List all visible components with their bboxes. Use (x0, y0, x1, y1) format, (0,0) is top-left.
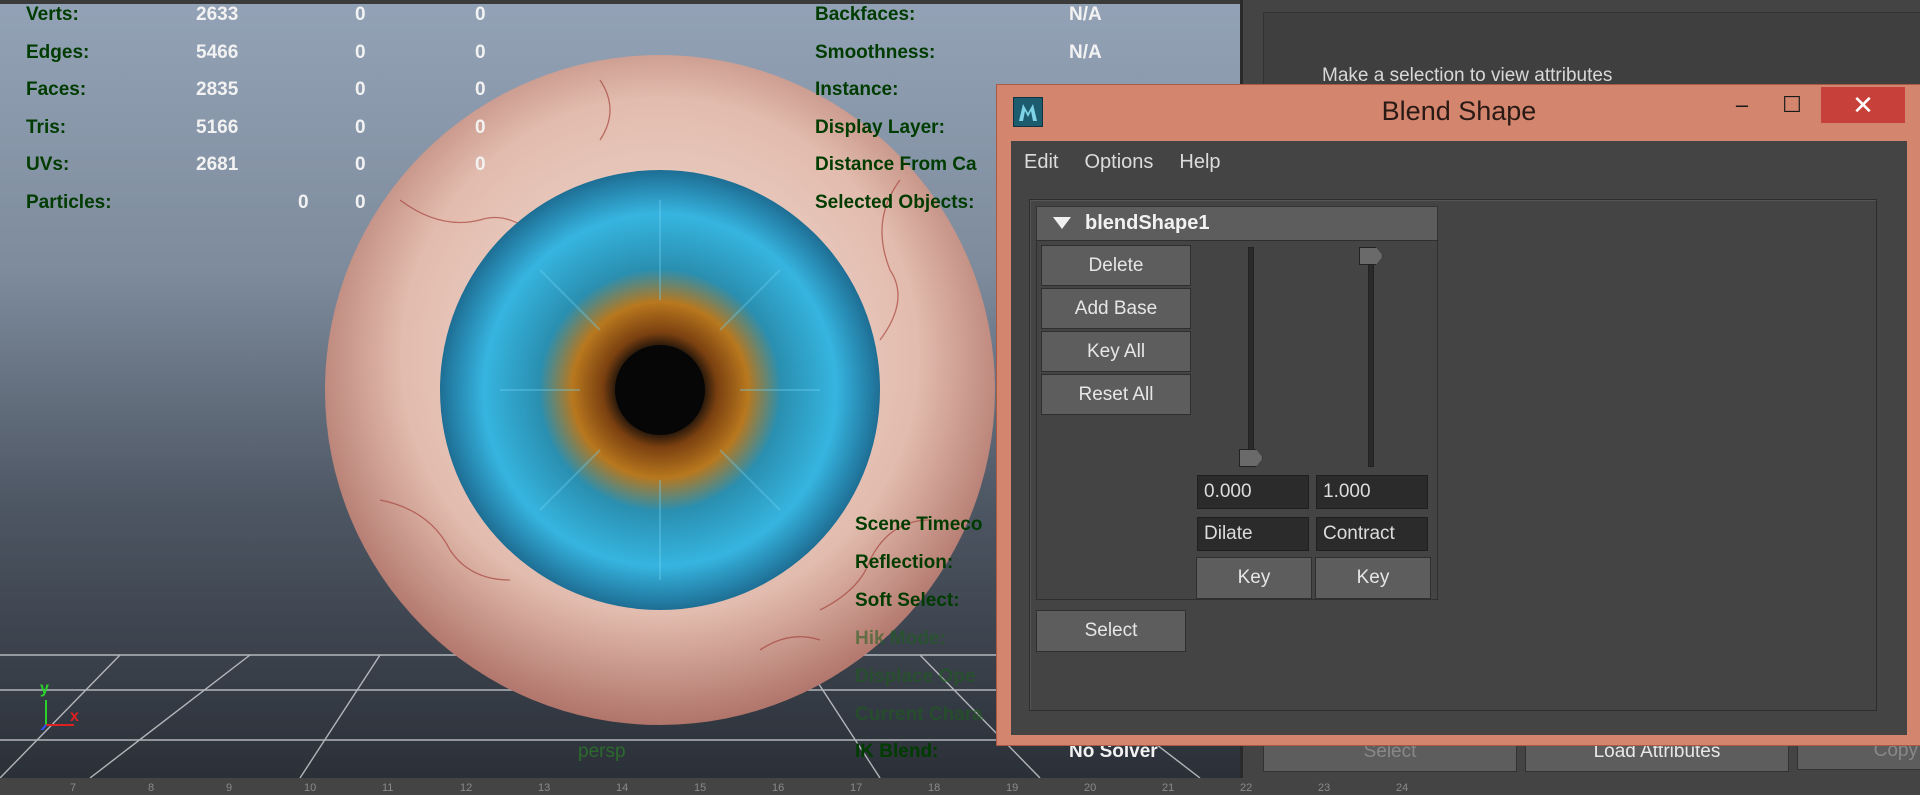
timeline-tick: 12 (460, 782, 473, 794)
title-bar[interactable]: Blend Shape – ☐ ✕ (997, 85, 1920, 137)
ik-blend-label: IK Blend: (855, 741, 939, 762)
hud-lower-label: Scene Timeco (855, 514, 983, 535)
stat-label: Faces: (26, 79, 87, 100)
stat-value: 0 (475, 116, 486, 138)
hud-lower-label: Soft Select: (855, 590, 960, 611)
stat-value: 0 (355, 79, 366, 100)
blendshape-node-name: blendShape1 (1085, 212, 1210, 234)
hud-right-value: N/A (1069, 41, 1102, 63)
hud-right-label: Smoothness: (815, 41, 936, 63)
dilate-slider-handle[interactable] (1239, 449, 1263, 467)
stat-value: 0 (475, 4, 486, 25)
stat-label: UVs: (26, 154, 70, 175)
timeline-tick: 24 (1396, 782, 1409, 794)
stat-value: 0 (475, 154, 486, 175)
stat-value: 5166 (196, 116, 239, 138)
menu-options[interactable]: Options (1071, 141, 1166, 181)
stat-label: Tris: (26, 116, 67, 138)
menu-help[interactable]: Help (1166, 141, 1233, 181)
timeline-tick: 21 (1162, 782, 1175, 794)
time-slider[interactable]: 7 8 9 10 11 12 13 14 15 16 17 18 19 20 21 22 23 24 (0, 778, 1920, 795)
stat-value: 2835 (196, 79, 239, 100)
dilate-key-button[interactable]: Key (1196, 557, 1312, 599)
timeline-tick: 20 (1084, 782, 1097, 794)
contract-slider-track[interactable] (1368, 247, 1374, 467)
contract-value-field[interactable]: 1.000 (1316, 475, 1428, 509)
collapse-arrow-icon[interactable] (1053, 217, 1071, 229)
hud-right-label: Backfaces: (815, 4, 916, 25)
timeline-tick: 11 (382, 782, 394, 794)
hud-right-label: Distance From Ca (815, 154, 977, 175)
close-icon[interactable]: ✕ (1821, 87, 1905, 123)
hud-right-value: N/A (1069, 4, 1102, 25)
stat-label: Particles: (26, 191, 112, 213)
axis-x-label: x (70, 708, 79, 725)
hud-lower-label: Reflection: (855, 552, 954, 573)
menu-bar: Edit Options Help (1011, 141, 1907, 181)
hud-lower-label: Displace Ope (855, 666, 976, 687)
timeline-tick: 13 (538, 782, 551, 794)
timeline-tick: 14 (616, 782, 629, 794)
hud-right-label: Selected Objects: (815, 191, 975, 213)
blend-shape-window[interactable]: Blend Shape – ☐ ✕ Edit Options Help blen… (996, 84, 1920, 746)
add-base-button[interactable]: Add Base (1041, 288, 1191, 329)
timeline-tick: 16 (772, 782, 785, 794)
timeline-tick: 23 (1318, 782, 1331, 794)
select-button[interactable]: Select (1036, 610, 1186, 652)
hud-lower-label: Hik Mode: (855, 628, 946, 649)
delete-button[interactable]: Delete (1041, 245, 1191, 286)
stat-value: 0 (475, 41, 486, 63)
timeline-tick: 15 (694, 782, 707, 794)
timeline-tick: 10 (304, 782, 317, 794)
minimize-icon[interactable]: – (1719, 87, 1765, 123)
maximize-icon[interactable]: ☐ (1769, 87, 1815, 123)
hud-lower-label: Current Chara (855, 704, 983, 725)
contract-slider-handle[interactable] (1359, 247, 1383, 265)
window-client: Edit Options Help blendShape1 Delete Add… (1011, 141, 1907, 735)
stat-value: 2633 (196, 4, 239, 25)
stat-value: 5466 (196, 41, 239, 63)
stat-value: 2681 (196, 154, 239, 175)
hud-right-label: Instance: (815, 79, 899, 100)
axis-y-label: y (40, 680, 49, 697)
blendshape-node-body: Delete Add Base Key All Reset All 0.000 … (1036, 240, 1438, 600)
stat-value: 0 (355, 4, 366, 25)
stat-value: 0 (355, 191, 366, 213)
timeline-tick: 8 (148, 782, 155, 794)
blendshape-node-header[interactable]: blendShape1 (1036, 206, 1438, 242)
stat-value: 0 (355, 41, 366, 63)
timeline-tick: 19 (1006, 782, 1019, 794)
reset-all-button[interactable]: Reset All (1041, 374, 1191, 415)
dilate-name-field[interactable]: Dilate (1197, 517, 1309, 551)
dilate-slider-track[interactable] (1248, 247, 1254, 467)
stat-value: 0 (475, 79, 486, 100)
contract-key-button[interactable]: Key (1315, 557, 1431, 599)
timeline-tick: 22 (1240, 782, 1253, 794)
axis-gizmo (40, 700, 74, 730)
timeline-tick: 7 (70, 782, 77, 794)
menu-edit[interactable]: Edit (1011, 141, 1071, 181)
stat-label: Verts: (26, 4, 79, 25)
timeline-tick: 9 (226, 782, 233, 794)
timeline-tick: 17 (850, 782, 863, 794)
stat-value: 0 (355, 116, 366, 138)
dilate-value-field[interactable]: 0.000 (1197, 475, 1309, 509)
key-all-button[interactable]: Key All (1041, 331, 1191, 372)
hud-right-label: Display Layer: (815, 116, 945, 138)
camera-label: persp (578, 741, 626, 762)
blend-shape-layout: blendShape1 Delete Add Base Key All Rese… (1029, 199, 1877, 711)
stat-value: 0 (298, 191, 309, 213)
stat-value: 0 (355, 154, 366, 175)
stat-label: Edges: (26, 41, 90, 63)
timeline-tick: 18 (928, 782, 941, 794)
pupil (615, 345, 705, 435)
contract-name-field[interactable]: Contract (1316, 517, 1428, 551)
